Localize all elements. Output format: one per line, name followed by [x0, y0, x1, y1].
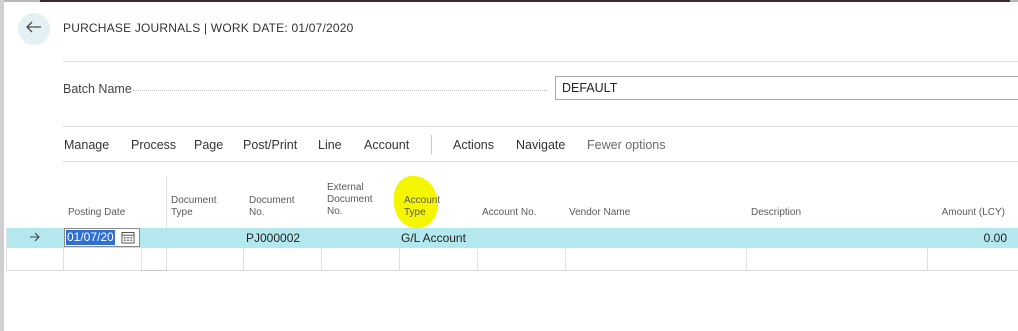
col-header-account-no[interactable]: Account No.: [482, 207, 562, 219]
menu-divider: [63, 161, 1018, 162]
batch-divider: [63, 126, 1018, 127]
cell-border: [6, 228, 7, 270]
menu-page[interactable]: Page: [194, 138, 223, 152]
back-button[interactable]: [18, 13, 50, 45]
cell-border: [243, 248, 244, 270]
menu-process[interactable]: Process: [131, 138, 176, 152]
col-header-description[interactable]: Description: [751, 207, 871, 219]
col-separator: [166, 176, 167, 228]
header-divider: [63, 61, 1018, 62]
cell-border: [927, 248, 928, 270]
row-bottom-border: [141, 270, 167, 271]
cell-border: [166, 248, 167, 270]
window-left-border: [0, 0, 4, 331]
cell-border: [746, 248, 747, 270]
menu-line[interactable]: Line: [318, 138, 342, 152]
posting-date-input[interactable]: 01/07/20: [64, 228, 140, 247]
cell-border: [63, 248, 64, 270]
col-header-account-type[interactable]: Account Type: [404, 195, 454, 219]
document-no-cell[interactable]: PJ000002: [246, 231, 300, 245]
account-type-cell[interactable]: G/L Account: [401, 231, 466, 245]
row-indicator-arrow-icon: [29, 231, 41, 245]
menu-account[interactable]: Account: [364, 138, 409, 152]
batch-name-label: Batch Name: [63, 82, 132, 96]
col-header-posting-date[interactable]: Posting Date: [68, 207, 148, 219]
col-header-document-type[interactable]: Document Type: [171, 195, 231, 219]
menu-separator: [431, 135, 432, 154]
table-row-empty[interactable]: [6, 248, 1018, 270]
amount-lcy-cell[interactable]: 0.00: [907, 231, 1007, 245]
menu-manage[interactable]: Manage: [64, 138, 109, 152]
table-row-selected[interactable]: [6, 228, 1018, 248]
col-header-vendor-name[interactable]: Vendor Name: [569, 207, 689, 219]
menu-navigate[interactable]: Navigate: [516, 138, 565, 152]
col-header-amount-lcy[interactable]: Amount (LCY): [905, 207, 1005, 219]
fewer-options-link[interactable]: Fewer options: [587, 138, 666, 152]
cell-border: [399, 248, 400, 270]
posting-date-value: 01/07/20: [66, 230, 115, 245]
batch-name-leader-dots: [133, 90, 547, 91]
batch-name-field[interactable]: DEFAULT: [555, 76, 1018, 100]
menu-post-print[interactable]: Post/Print: [243, 138, 297, 152]
cell-border: [321, 248, 322, 270]
col-header-external-document-no[interactable]: External Document No.: [327, 182, 387, 218]
cell-border: [565, 248, 566, 270]
calendar-icon[interactable]: [121, 231, 135, 249]
window-top-border: [0, 0, 1018, 2]
arrow-left-icon: [26, 20, 42, 38]
page-title: PURCHASE JOURNALS | WORK DATE: 01/07/202…: [63, 21, 354, 35]
col-header-document-no[interactable]: Document No.: [249, 195, 309, 219]
cell-border: [141, 248, 142, 270]
menu-actions[interactable]: Actions: [453, 138, 494, 152]
cell-border: [477, 248, 478, 270]
